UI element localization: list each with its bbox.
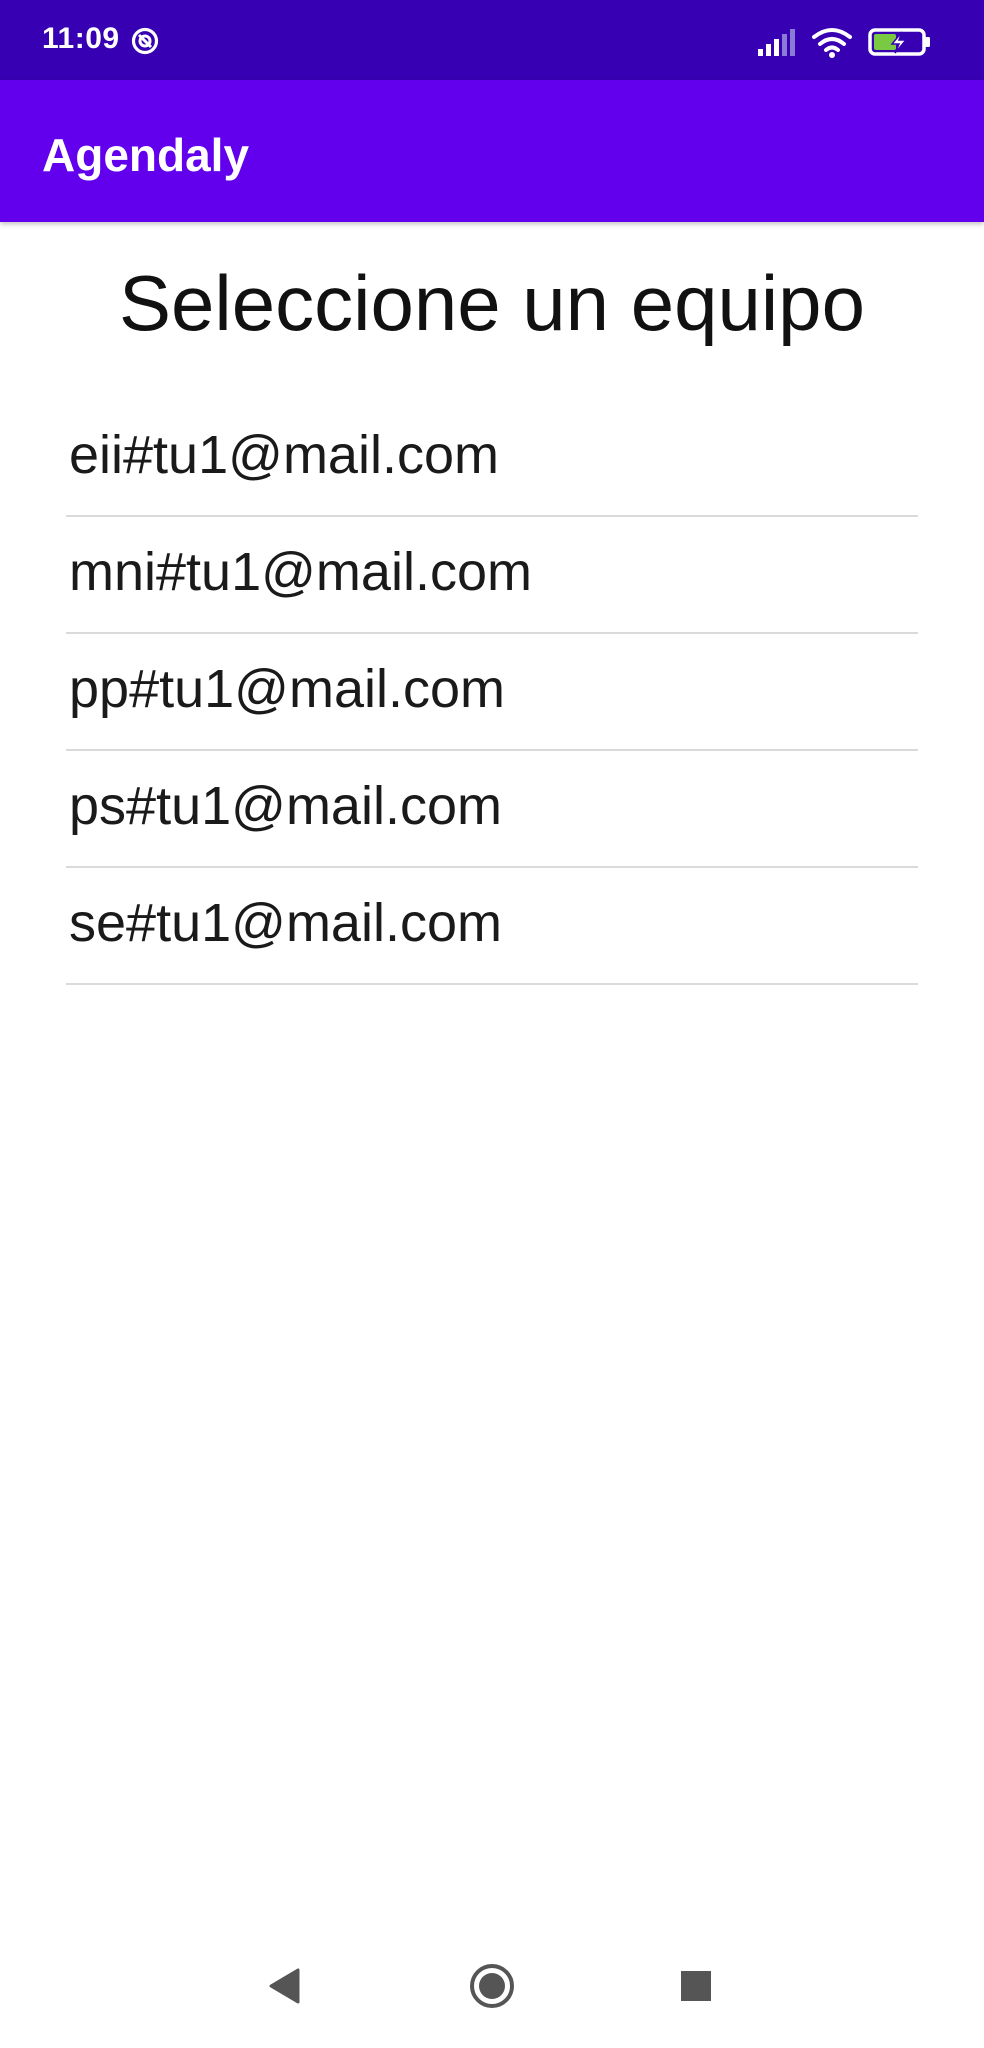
status-time: 11:09 [42, 22, 120, 55]
team-list-item-label: se#tu1@mail.com [69, 893, 502, 953]
recents-icon[interactable] [668, 1958, 724, 2014]
battery-charging-icon [868, 28, 930, 56]
team-list-item[interactable]: eii#tu1@mail.com [66, 400, 918, 517]
app-title: Agendaly [42, 129, 250, 181]
team-list: eii#tu1@mail.com mni#tu1@mail.com pp#tu1… [66, 400, 918, 985]
at-sign-icon [131, 27, 159, 55]
team-list-item-label: mni#tu1@mail.com [69, 542, 532, 602]
back-icon[interactable] [256, 1958, 312, 2014]
page-title: Seleccione un equipo [119, 259, 865, 347]
status-icons [758, 24, 932, 60]
status-bar: 11:09 [0, 0, 984, 80]
team-list-item[interactable]: se#tu1@mail.com [66, 868, 918, 985]
signal-icon [758, 29, 795, 56]
system-nav-bar [0, 1932, 984, 2048]
team-list-item-label: pp#tu1@mail.com [69, 659, 506, 719]
wifi-icon [812, 28, 852, 58]
team-list-item[interactable]: mni#tu1@mail.com [66, 517, 918, 634]
team-list-item[interactable]: ps#tu1@mail.com [66, 751, 918, 868]
home-icon[interactable] [464, 1958, 520, 2014]
team-list-item[interactable]: pp#tu1@mail.com [66, 634, 918, 751]
team-list-item-label: eii#tu1@mail.com [69, 425, 499, 485]
app-bar: Agendaly [0, 80, 984, 222]
team-list-item-label: ps#tu1@mail.com [69, 776, 502, 836]
